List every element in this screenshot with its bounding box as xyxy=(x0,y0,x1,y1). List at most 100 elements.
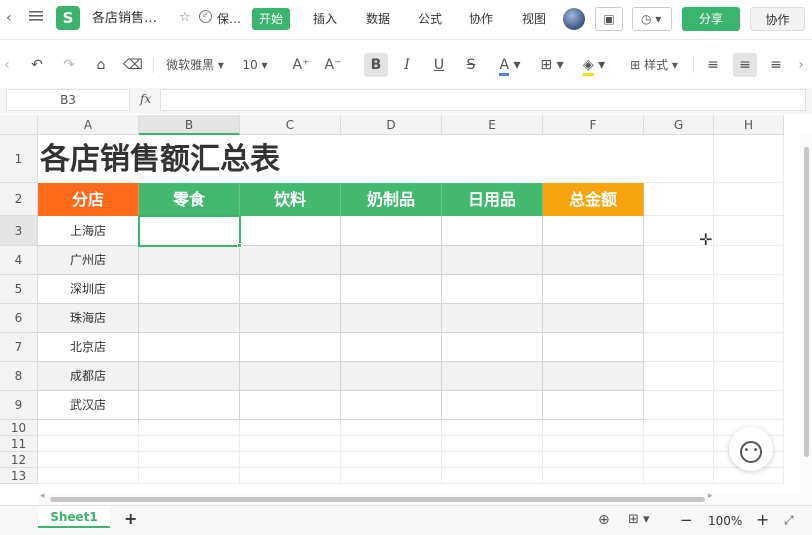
align-left-icon[interactable]: ≡ xyxy=(702,53,724,77)
store-name-cell[interactable]: 广州店 xyxy=(38,246,139,275)
grid-cell[interactable] xyxy=(341,436,442,452)
row-header-3[interactable]: 3 xyxy=(0,216,38,246)
grid-cell[interactable] xyxy=(644,135,714,183)
grid-cell[interactable] xyxy=(543,436,644,452)
grid-cell[interactable] xyxy=(240,452,341,468)
store-name-cell[interactable]: 成都店 xyxy=(38,362,139,391)
grid-cell[interactable] xyxy=(644,275,714,304)
data-cell[interactable] xyxy=(543,246,644,275)
data-cell[interactable] xyxy=(341,304,442,333)
grid-cell[interactable] xyxy=(644,304,714,333)
data-cell[interactable] xyxy=(543,391,644,420)
grid-cell[interactable] xyxy=(644,420,714,436)
grid-cell[interactable] xyxy=(644,468,714,484)
vertical-scrollbar[interactable] xyxy=(800,135,812,493)
zoom-out-button[interactable]: − xyxy=(680,511,693,529)
select-all-corner[interactable] xyxy=(0,115,38,135)
data-cell[interactable] xyxy=(341,216,442,246)
grid-cell[interactable] xyxy=(644,362,714,391)
data-cell[interactable] xyxy=(139,246,240,275)
grid-cell[interactable] xyxy=(543,135,644,183)
grid-cell[interactable] xyxy=(38,468,139,484)
grid-cell[interactable] xyxy=(714,246,784,275)
history-icon[interactable]: ◷ ▾ xyxy=(632,7,672,31)
back-icon[interactable]: ‹ xyxy=(6,10,12,26)
data-cell[interactable] xyxy=(543,216,644,246)
scroll-left-icon[interactable]: ‹ xyxy=(2,53,12,77)
grid-cell[interactable] xyxy=(442,436,543,452)
grid-cell[interactable] xyxy=(38,436,139,452)
grid-cell[interactable] xyxy=(714,216,784,246)
scroll-left-arrow-icon[interactable]: ◂ xyxy=(40,491,45,501)
store-name-cell[interactable]: 北京店 xyxy=(38,333,139,362)
row-header-8[interactable]: 8 xyxy=(0,362,38,391)
clear-format-icon[interactable]: ⌫ xyxy=(122,53,144,77)
horizontal-scrollbar[interactable]: ◂ ▸ xyxy=(38,491,812,505)
data-cell[interactable] xyxy=(240,333,341,362)
increase-font-icon[interactable]: A⁺ xyxy=(290,53,312,77)
column-header-h[interactable]: H xyxy=(714,115,784,135)
collaborate-button[interactable]: 协作 xyxy=(750,7,805,31)
grid-cell[interactable] xyxy=(543,420,644,436)
zoom-in-button[interactable]: + xyxy=(756,510,769,529)
data-cell[interactable] xyxy=(442,391,543,420)
column-header-d[interactable]: D xyxy=(341,115,442,135)
data-cell[interactable] xyxy=(442,362,543,391)
data-cell[interactable] xyxy=(240,216,341,246)
store-name-cell[interactable]: 武汉店 xyxy=(38,391,139,420)
data-cell[interactable] xyxy=(543,362,644,391)
data-cell[interactable] xyxy=(139,275,240,304)
data-cell[interactable] xyxy=(341,362,442,391)
data-cell[interactable] xyxy=(139,333,240,362)
data-cell[interactable] xyxy=(442,246,543,275)
row-header-6[interactable]: 6 xyxy=(0,304,38,333)
grid-cell[interactable] xyxy=(714,135,784,183)
data-cell[interactable] xyxy=(139,391,240,420)
data-cell[interactable] xyxy=(240,304,341,333)
table-header-cell[interactable]: 总金额 xyxy=(543,183,644,216)
row-header-9[interactable]: 9 xyxy=(0,391,38,420)
row-header-13[interactable]: 13 xyxy=(0,468,38,484)
menu-home[interactable]: 开始 xyxy=(252,8,291,30)
grid-cell[interactable] xyxy=(442,420,543,436)
grid-cell[interactable] xyxy=(644,246,714,275)
data-cell[interactable] xyxy=(240,391,341,420)
data-cell[interactable] xyxy=(240,362,341,391)
data-cell[interactable] xyxy=(240,275,341,304)
data-cell[interactable] xyxy=(341,391,442,420)
format-painter-icon[interactable]: ⌂ xyxy=(90,53,112,77)
add-sheet-button[interactable]: + xyxy=(124,509,137,528)
vertical-scroll-thumb[interactable] xyxy=(804,147,809,457)
underline-icon[interactable]: U xyxy=(428,53,450,77)
grid-cell[interactable] xyxy=(240,436,341,452)
column-header-c[interactable]: C xyxy=(240,115,341,135)
table-header-cell[interactable]: 日用品 xyxy=(442,183,543,216)
grid-cell[interactable] xyxy=(644,452,714,468)
grid-cell[interactable] xyxy=(543,468,644,484)
view-mode-icon[interactable]: ⊞ ▾ xyxy=(628,512,650,527)
decrease-font-icon[interactable]: A⁻ xyxy=(322,53,344,77)
grid-cell[interactable] xyxy=(714,275,784,304)
data-cell[interactable] xyxy=(442,216,543,246)
menu-data[interactable]: 数据 xyxy=(359,8,397,30)
sheet-tab-sheet1[interactable]: Sheet1 xyxy=(38,506,110,528)
active-cell-selection[interactable] xyxy=(138,215,241,247)
grid-cell[interactable] xyxy=(139,468,240,484)
fill-color-icon[interactable]: ◈ ▾ xyxy=(578,53,610,77)
grid-cell[interactable] xyxy=(543,452,644,468)
menu-formula[interactable]: 公式 xyxy=(411,8,449,30)
table-header-cell[interactable]: 奶制品 xyxy=(341,183,442,216)
grid-cell[interactable] xyxy=(714,304,784,333)
grid-cell[interactable] xyxy=(139,420,240,436)
align-center-icon[interactable]: ≡ xyxy=(733,53,757,77)
column-header-g[interactable]: G xyxy=(644,115,714,135)
scroll-right-icon[interactable]: › xyxy=(796,53,806,77)
grid-cell[interactable] xyxy=(38,420,139,436)
data-cell[interactable] xyxy=(341,246,442,275)
grid-cell[interactable] xyxy=(240,468,341,484)
row-header-1[interactable]: 1 xyxy=(0,135,38,183)
italic-icon[interactable]: I xyxy=(396,53,418,77)
data-cell[interactable] xyxy=(240,246,341,275)
cell-style-select[interactable]: ⊞ 样式 ▾ xyxy=(624,53,684,77)
data-cell[interactable] xyxy=(139,304,240,333)
